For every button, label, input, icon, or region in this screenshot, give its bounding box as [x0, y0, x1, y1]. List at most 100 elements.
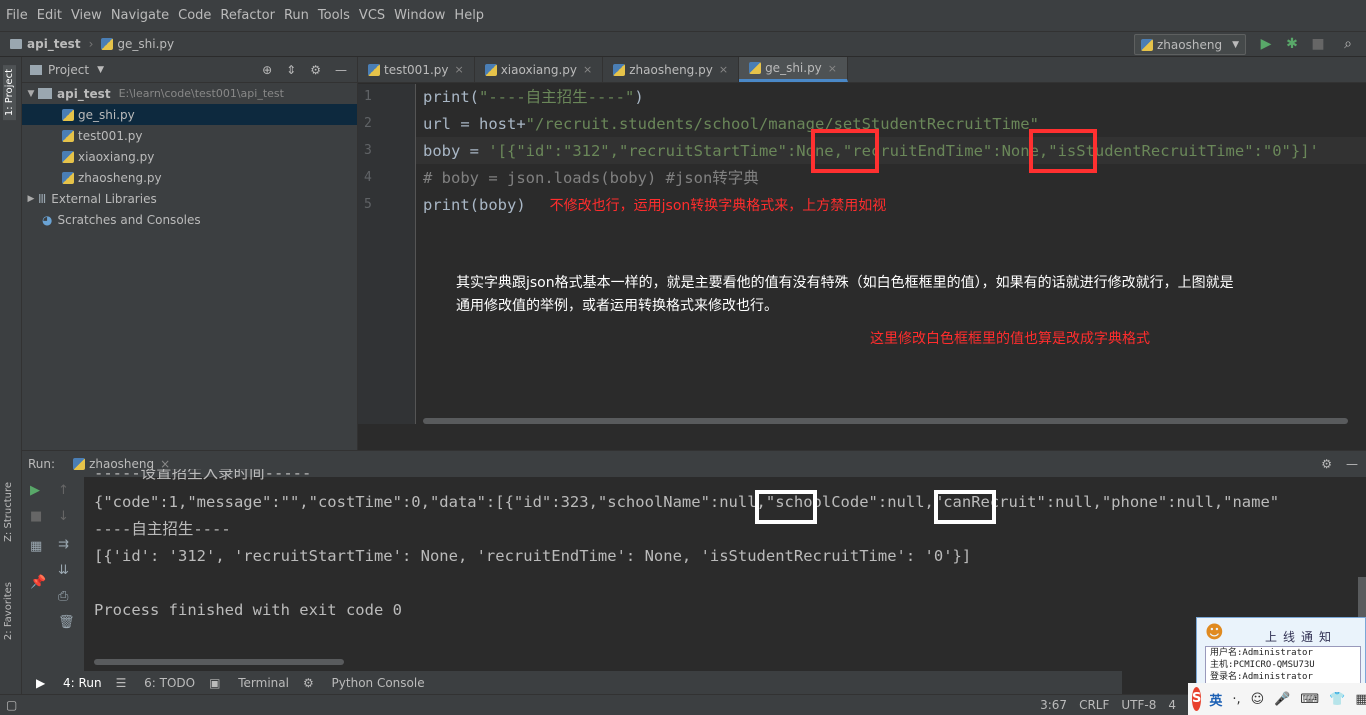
tree-file-test001[interactable]: test001.py [22, 125, 357, 146]
menu-navigate[interactable]: Navigate [111, 8, 169, 23]
layout-icon[interactable]: ▦ [30, 539, 42, 554]
gear-icon[interactable]: ⚙ [310, 63, 321, 77]
left-tool-strip: 1: Project Z: Structure 2: Favorites [0, 57, 22, 694]
python-console-tool-tab[interactable]: ⚙ Python Console [303, 676, 425, 690]
tab-label: 6: TODO [144, 675, 196, 690]
ime-tray: S 英 ·, ☺ 🎤 ⌨ 👕 ▦ [1188, 683, 1366, 715]
tab-label: ge_shi.py [765, 61, 822, 75]
menu-view[interactable]: View [71, 8, 102, 23]
highlight-box-end-time [1029, 129, 1097, 173]
down-icon[interactable]: ↓ [58, 509, 69, 524]
menu-file[interactable]: File [6, 8, 28, 23]
horizontal-scrollbar[interactable] [94, 659, 344, 665]
code-token: print( [423, 88, 479, 106]
stop-icon[interactable]: ■ [30, 509, 42, 524]
sogou-icon[interactable]: S [1192, 687, 1202, 711]
menu-refactor[interactable]: Refactor [220, 8, 275, 23]
breadcrumb-file[interactable]: ge_shi.py [117, 37, 174, 51]
pin-icon[interactable]: 📌 [30, 575, 46, 590]
tree-file-xiaoxiang[interactable]: xiaoxiang.py [22, 146, 357, 167]
console-output[interactable]: -----设置招生入录时间----- {"code":1,"message":"… [94, 469, 1279, 624]
run-configuration-label: zhaosheng [1157, 37, 1223, 52]
wrap-icon[interactable]: ⇉ [58, 537, 69, 552]
gear-icon[interactable]: ⚙ [1321, 457, 1332, 471]
tree-scratches[interactable]: ◕ Scratches and Consoles [22, 209, 357, 230]
project-tool-tab[interactable]: 1: Project [3, 65, 16, 121]
line-separator[interactable]: CRLF [1079, 698, 1109, 712]
python-file-icon [749, 62, 762, 74]
trash-icon[interactable]: 🗑 [58, 615, 75, 630]
favorites-tool-tab[interactable]: 2: Favorites [3, 582, 14, 640]
user-icon: ☻ [1205, 622, 1224, 643]
tab-ge-shi[interactable]: ge_shi.py × [739, 57, 849, 82]
close-icon[interactable]: × [828, 62, 837, 75]
menu-edit[interactable]: Edit [37, 8, 62, 23]
ime-mode[interactable]: 英 [1209, 690, 1222, 709]
menu-tools[interactable]: Tools [318, 8, 350, 23]
chevron-down-icon[interactable]: ▼ [97, 65, 104, 75]
code-area[interactable]: print("----自主招生----") url = host+"/recru… [423, 84, 1363, 424]
tab-label: xiaoxiang.py [500, 62, 578, 77]
caret-position[interactable]: 3:67 [1040, 698, 1067, 712]
menu-code[interactable]: Code [178, 8, 211, 23]
console-line: ----自主招生---- [94, 520, 231, 538]
structure-tool-tab[interactable]: Z: Structure [3, 482, 14, 542]
folder-icon [38, 88, 52, 99]
locate-icon[interactable]: ⊕ [262, 63, 272, 77]
project-panel-title[interactable]: Project [48, 63, 89, 77]
expand-icon[interactable]: ▶ [24, 194, 38, 204]
highlight-box-school-code [934, 490, 996, 524]
menu-help[interactable]: Help [454, 8, 484, 23]
tab-test001[interactable]: test001.py × [358, 57, 475, 82]
skin-icon[interactable]: 👕 [1329, 692, 1345, 707]
stop-icon[interactable]: ■ [1310, 36, 1326, 52]
menu-vcs[interactable]: VCS [359, 8, 385, 23]
status-toggle-icon[interactable]: ▢ [6, 698, 17, 712]
minimize-icon[interactable]: — [1346, 457, 1358, 471]
run-tool-tab[interactable]: ▶ 4: Run [36, 676, 102, 690]
file-encoding[interactable]: UTF-8 [1121, 698, 1156, 712]
up-icon[interactable]: ↑ [58, 483, 69, 498]
rerun-icon[interactable]: ▶ [30, 483, 40, 498]
code-token: url = host+ [423, 115, 526, 133]
tree-file-ge-shi[interactable]: ge_shi.py [22, 104, 357, 125]
minimize-icon[interactable]: — [335, 63, 347, 77]
menu-window[interactable]: Window [394, 8, 445, 23]
tools-icon[interactable]: ▦ [1355, 692, 1366, 707]
login-notification-popup: ☻ 上线通知 用户名:Administrator 主机:PCMICRO-QMSU… [1196, 617, 1366, 691]
close-icon[interactable]: × [454, 63, 463, 76]
breadcrumb-project[interactable]: api_test [27, 37, 81, 51]
tree-file-zhaosheng[interactable]: zhaosheng.py [22, 167, 357, 188]
print-icon[interactable]: ⎙ [58, 589, 68, 604]
popup-title: 上线通知 [1265, 630, 1338, 644]
menu-run[interactable]: Run [284, 8, 309, 23]
punctuation-icon[interactable]: ·, [1232, 692, 1240, 707]
mic-icon[interactable]: 🎤 [1274, 692, 1290, 707]
tree-root[interactable]: ▼ api_test E:\learn\code\test001\api_tes… [22, 83, 357, 104]
debug-icon[interactable]: ✱ [1284, 36, 1300, 52]
tree-external-libraries[interactable]: ▶ Ⅲ External Libraries [22, 188, 357, 209]
popup-user: 用户名:Administrator [1210, 648, 1313, 658]
collapse-icon[interactable]: ⇕ [286, 63, 296, 77]
keyboard-icon[interactable]: ⌨ [1300, 692, 1319, 707]
run-configuration-select[interactable]: zhaosheng ▼ [1134, 34, 1246, 55]
run-icon[interactable]: ▶ [1258, 36, 1274, 52]
close-icon[interactable]: × [719, 63, 728, 76]
python-file-icon [484, 63, 497, 76]
python-file-icon [62, 108, 74, 121]
emoji-icon[interactable]: ☺ [1251, 692, 1265, 707]
terminal-tool-tab[interactable]: ▣ Terminal [209, 676, 289, 690]
status-bar: ▢ 3:67 CRLF UTF-8 4 [0, 694, 1366, 715]
tab-xiaoxiang[interactable]: xiaoxiang.py × [475, 57, 604, 82]
python-icon [1141, 38, 1153, 51]
line-number: 1 [364, 89, 372, 104]
expand-icon[interactable]: ▼ [24, 89, 38, 99]
ide-window: { "menu": ["File","Edit","View","Navigat… [0, 0, 1366, 715]
todo-tool-tab[interactable]: ☰ 6: TODO [116, 676, 196, 690]
horizontal-scrollbar[interactable] [423, 418, 1348, 424]
search-icon[interactable]: ⌕ [1340, 36, 1356, 52]
scroll-end-icon[interactable]: ⇊ [58, 563, 69, 578]
indent-setting[interactable]: 4 [1168, 698, 1176, 712]
close-icon[interactable]: × [583, 63, 592, 76]
tab-zhaosheng[interactable]: zhaosheng.py × [603, 57, 740, 82]
